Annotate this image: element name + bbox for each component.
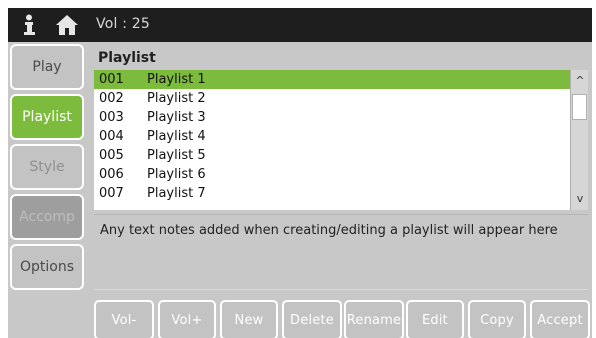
item-name: Playlist 5 <box>147 148 206 163</box>
rename-button[interactable]: Rename <box>344 300 404 338</box>
sidebar-item-label: Options <box>19 259 75 275</box>
scroll-thumb[interactable] <box>572 94 587 120</box>
sidebar-item-options[interactable]: Options <box>10 244 84 290</box>
list-scrollbar[interactable]: ^ v <box>570 70 588 210</box>
notes-text: Any text notes added when creating/editi… <box>100 223 558 238</box>
sidebar-item-accomp: Accomp <box>10 194 84 240</box>
sidebar-item-playlist[interactable]: Playlist <box>10 94 84 140</box>
top-bar: Vol : 25 <box>8 8 592 42</box>
delete-button[interactable]: Delete <box>282 300 342 338</box>
sidebar-item-label: Playlist <box>22 109 72 125</box>
item-name: Playlist 3 <box>147 110 206 125</box>
vol-up-button[interactable]: Vol+ <box>158 300 216 338</box>
scroll-down-button[interactable]: v <box>571 190 589 208</box>
item-name: Playlist 1 <box>147 72 206 87</box>
list-item[interactable]: 006 Playlist 6 <box>94 165 570 184</box>
playlist-panel: Playlist 001 Playlist 1 002 Playlist 2 0… <box>92 46 589 292</box>
vol-down-button[interactable]: Vol- <box>94 300 154 338</box>
list-item[interactable]: 001 Playlist 1 <box>94 70 570 89</box>
item-number: 001 <box>99 72 124 87</box>
list-item[interactable]: 004 Playlist 4 <box>94 127 570 146</box>
edit-button[interactable]: Edit <box>406 300 464 338</box>
bottom-toolbar: Vol- Vol+ New Delete Rename Edit Copy Ac… <box>8 298 592 338</box>
copy-button[interactable]: Copy <box>468 300 526 338</box>
item-name: Playlist 6 <box>147 167 206 182</box>
item-name: Playlist 4 <box>147 129 206 144</box>
accept-button[interactable]: Accept <box>530 300 590 338</box>
scroll-up-button[interactable]: ^ <box>571 72 589 90</box>
item-number: 006 <box>99 167 124 182</box>
list-item[interactable]: 005 Playlist 5 <box>94 146 570 165</box>
volume-readout: Vol : 25 <box>96 16 150 32</box>
item-number: 007 <box>99 186 124 201</box>
panel-title: Playlist <box>98 50 156 66</box>
info-icon[interactable] <box>18 14 40 36</box>
new-button[interactable]: New <box>220 300 278 338</box>
item-number: 004 <box>99 129 124 144</box>
list-item[interactable]: 007 Playlist 7 <box>94 184 570 203</box>
sidebar-item-label: Accomp <box>19 209 75 225</box>
item-number: 002 <box>99 91 124 106</box>
home-icon[interactable] <box>56 14 78 36</box>
playlist-notes: Any text notes added when creating/editi… <box>94 214 588 290</box>
item-number: 005 <box>99 148 124 163</box>
sidebar-item-play[interactable]: Play <box>10 44 84 90</box>
sidebar-item-style[interactable]: Style <box>10 144 84 190</box>
app-frame: Vol : 25 Play Playlist Style Accomp Opti… <box>8 8 592 338</box>
item-name: Playlist 2 <box>147 91 206 106</box>
item-number: 003 <box>99 110 124 125</box>
item-name: Playlist 7 <box>147 186 206 201</box>
sidebar-item-label: Play <box>32 59 62 75</box>
list-item[interactable]: 002 Playlist 2 <box>94 89 570 108</box>
list-item[interactable]: 003 Playlist 3 <box>94 108 570 127</box>
sidebar: Play Playlist Style Accomp Options <box>8 44 88 298</box>
playlist-list[interactable]: 001 Playlist 1 002 Playlist 2 003 Playli… <box>94 70 570 210</box>
sidebar-item-label: Style <box>29 159 65 175</box>
